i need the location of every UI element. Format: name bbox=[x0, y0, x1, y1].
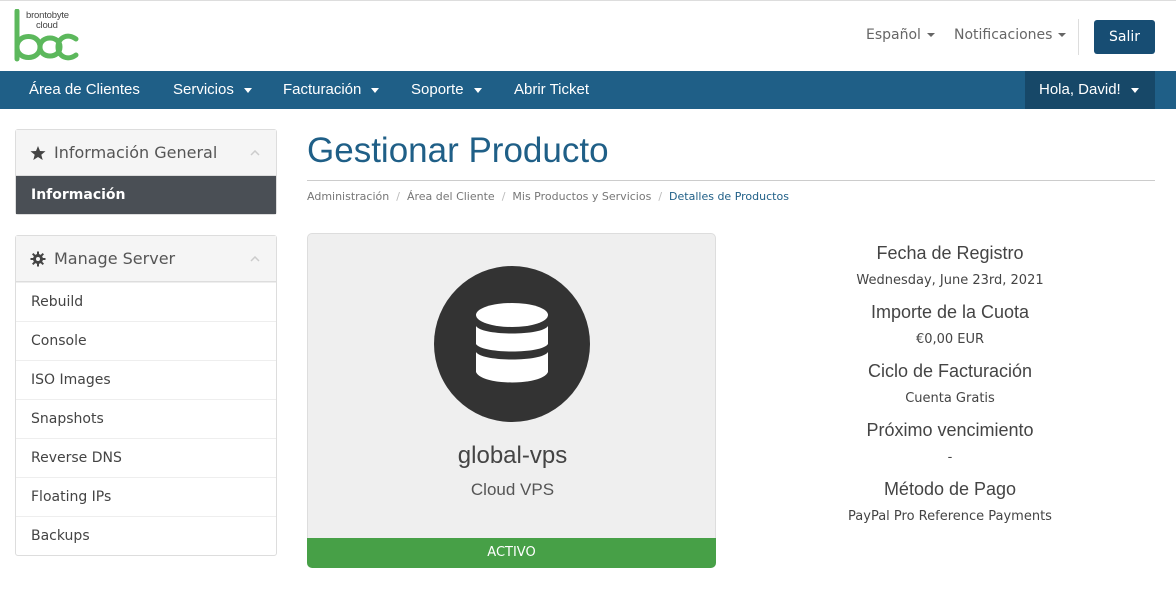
general-info-panel: Información General Información bbox=[15, 129, 277, 215]
nav-item-services[interactable]: Servicios bbox=[173, 71, 252, 109]
chevron-up-icon[interactable] bbox=[250, 256, 260, 262]
breadcrumb-link-client-area[interactable]: Área del Cliente bbox=[407, 190, 495, 203]
nav-item-open-ticket[interactable]: Abrir Ticket bbox=[514, 71, 589, 109]
chevron-down-icon bbox=[1130, 87, 1139, 93]
product-icon-circle bbox=[434, 266, 590, 422]
sidebar-item-console[interactable]: Console bbox=[16, 321, 276, 360]
user-menu[interactable]: Hola, David! bbox=[1025, 71, 1155, 109]
gear-icon bbox=[30, 251, 46, 267]
nav-label: Área de Clientes bbox=[29, 81, 140, 98]
next-due-label: Próximo vencimiento bbox=[866, 420, 1034, 440]
product-name: global-vps bbox=[457, 442, 568, 469]
payment-method-label: Método de Pago bbox=[883, 479, 1017, 499]
nav-item-client-area[interactable]: Área de Clientes bbox=[29, 71, 140, 109]
breadcrumb-current: Detalles de Productos bbox=[669, 190, 789, 203]
sidebar-item-floating-ips[interactable]: Floating IPs bbox=[16, 477, 276, 516]
general-info-header[interactable]: Información General bbox=[16, 130, 276, 176]
notifications-label: Notificaciones bbox=[954, 27, 1053, 43]
manage-server-header[interactable]: Manage Server bbox=[16, 236, 276, 282]
status-badge: ACTIVO bbox=[307, 538, 716, 568]
billing-cycle-label: Ciclo de Facturación bbox=[867, 361, 1033, 381]
database-icon bbox=[476, 303, 548, 383]
title-divider bbox=[307, 180, 1155, 181]
page-title: Gestionar Producto bbox=[307, 131, 609, 170]
payment-method-value: PayPal Pro Reference Payments bbox=[848, 509, 1052, 524]
amount-label: Importe de la Cuota bbox=[870, 302, 1030, 322]
language-dropdown[interactable]: Español bbox=[866, 27, 935, 43]
nav-label: Soporte bbox=[411, 81, 464, 98]
chevron-down-icon bbox=[926, 33, 935, 37]
breadcrumb: Administración / Área del Cliente / Mis Prod… bbox=[307, 190, 789, 203]
main-nav: Área de Clientes Servicios Facturación S… bbox=[0, 71, 1176, 109]
star-icon bbox=[30, 146, 46, 160]
next-due-value: - bbox=[947, 450, 953, 465]
amount-value: €0,00 EUR bbox=[915, 332, 985, 347]
manage-server-panel: Manage Server Rebuild Console ISO Images… bbox=[15, 235, 277, 556]
sidebar-item-reverse-dns[interactable]: Reverse DNS bbox=[16, 438, 276, 477]
sidebar-item-backups[interactable]: Backups bbox=[16, 516, 276, 555]
reg-date-label: Fecha de Registro bbox=[876, 243, 1024, 263]
sidebar-item-information[interactable]: Información bbox=[16, 176, 276, 214]
logo-text: brontobyte cloud bbox=[26, 11, 69, 31]
breadcrumb-link-products[interactable]: Mis Productos y Servicios bbox=[512, 190, 651, 203]
nav-item-support[interactable]: Soporte bbox=[411, 71, 482, 109]
chevron-down-icon bbox=[243, 87, 252, 93]
user-greeting: Hola, David! bbox=[1039, 81, 1121, 98]
product-details: Fecha de Registro Wednesday, June 23rd, … bbox=[750, 240, 1150, 535]
chevron-down-icon bbox=[473, 87, 482, 93]
panel-title: Manage Server bbox=[54, 249, 176, 268]
product-card: global-vps Cloud VPS bbox=[307, 233, 716, 539]
nav-label: Facturación bbox=[283, 81, 362, 98]
header: brontobyte cloud Español Notificaciones … bbox=[0, 0, 1176, 71]
breadcrumb-separator: / bbox=[658, 190, 663, 203]
nav-label: Abrir Ticket bbox=[514, 81, 590, 98]
nav-label: Servicios bbox=[173, 81, 234, 98]
chevron-up-icon[interactable] bbox=[250, 150, 260, 156]
breadcrumb-link-admin[interactable]: Administración bbox=[307, 190, 389, 203]
sidebar-item-rebuild[interactable]: Rebuild bbox=[16, 282, 276, 321]
nav-item-billing[interactable]: Facturación bbox=[283, 71, 380, 109]
sidebar-item-iso-images[interactable]: ISO Images bbox=[16, 360, 276, 399]
header-divider bbox=[1078, 19, 1079, 55]
logout-button[interactable]: Salir bbox=[1094, 20, 1155, 54]
chevron-down-icon bbox=[371, 87, 380, 93]
breadcrumb-separator: / bbox=[396, 190, 400, 203]
chevron-down-icon bbox=[1058, 33, 1067, 37]
notifications-dropdown[interactable]: Notificaciones bbox=[954, 27, 1067, 43]
logo-line-2: cloud bbox=[36, 20, 58, 31]
product-group: Cloud VPS bbox=[470, 480, 555, 499]
sidebar-item-snapshots[interactable]: Snapshots bbox=[16, 399, 276, 438]
language-label: Español bbox=[866, 27, 921, 43]
panel-title: Información General bbox=[54, 143, 218, 162]
reg-date-value: Wednesday, June 23rd, 2021 bbox=[856, 273, 1044, 288]
breadcrumb-separator: / bbox=[501, 190, 506, 203]
billing-cycle-value: Cuenta Gratis bbox=[905, 391, 995, 406]
